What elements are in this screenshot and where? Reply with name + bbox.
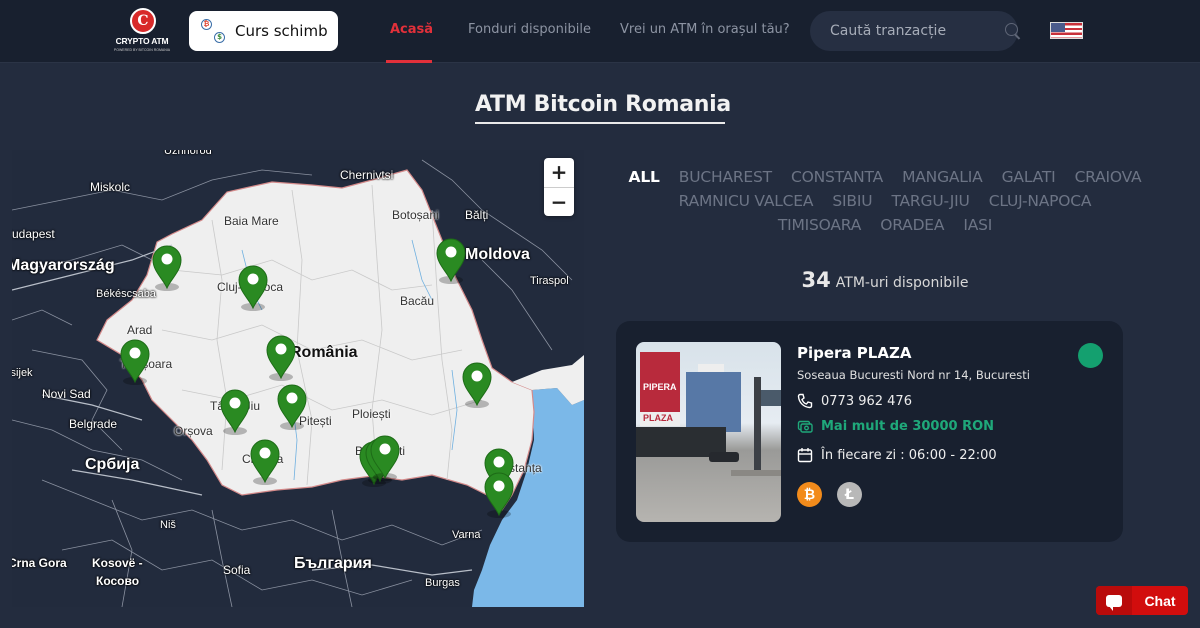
atm-marker-pin-icon[interactable]: [368, 433, 402, 481]
filter-iasi[interactable]: IASI: [963, 213, 992, 237]
atm-phone[interactable]: 0773 962 476: [821, 394, 912, 409]
filter-targu-jiu[interactable]: TARGU-JIU: [891, 189, 969, 213]
bitcoin-icon: ₿: [797, 482, 822, 507]
map-label: Baia Mare: [224, 214, 279, 228]
map-label: Chernivtsi: [340, 168, 394, 182]
filter-mangalia[interactable]: MANGALIA: [902, 165, 983, 189]
map-label: Bacău: [400, 294, 435, 308]
search-input[interactable]: [830, 23, 1004, 39]
atm-marker-pin-icon[interactable]: [236, 263, 270, 311]
map-label: Magyarország: [12, 257, 115, 274]
filter-bucharest[interactable]: BUCHAREST: [679, 165, 772, 189]
map-label: Ploiești: [352, 407, 391, 421]
filter-timisoara[interactable]: TIMISOARA: [778, 213, 862, 237]
map-label: Miskolc: [90, 180, 131, 194]
map-label: Косово: [96, 574, 140, 588]
map-zoom-control: + −: [544, 158, 574, 216]
map-label: Uzhhorod: [164, 150, 212, 157]
title-underline: [475, 122, 725, 124]
map-label: Budapest: [12, 227, 55, 241]
map-label: Belgrade: [69, 417, 118, 431]
map-label: Crna Gora: [12, 556, 67, 570]
atm-marker-pin-icon[interactable]: [460, 360, 494, 408]
page-title: ATM Bitcoin Romania: [475, 92, 731, 117]
atm-map[interactable]: Uzhhorod Miskolc Chernivtsi Baia Mare Bo…: [12, 150, 584, 607]
crypto-atm-logo[interactable]: C CRYPTO ATM POWERED BY BITCOIN ROMANIA: [113, 8, 171, 58]
map-label: Békéscsaba: [96, 288, 156, 300]
map-label: Moldova: [465, 246, 530, 263]
map-label: Bălți: [465, 208, 489, 222]
nav-request-atm[interactable]: Vrei un ATM în orașul tău?: [620, 22, 790, 37]
cash-icon: [797, 420, 813, 433]
map-label: România: [290, 344, 358, 361]
map-label: Arad: [127, 323, 153, 337]
atm-marker-pin-icon[interactable]: [150, 243, 184, 291]
logo-mark-icon: C: [130, 8, 156, 34]
chat-button[interactable]: Chat: [1096, 586, 1188, 615]
atm-card[interactable]: PIPERA PLAZA Pipera PLAZA Soseaua Bucure…: [616, 321, 1123, 542]
city-filter-list: ALL BUCHAREST CONSTANTA MANGALIA GALATI …: [615, 165, 1155, 237]
map-label: Osijek: [12, 367, 33, 379]
atm-count-number: 34: [801, 268, 831, 292]
atm-marker-pin-icon[interactable]: [275, 382, 309, 430]
chat-bubble-icon: [1106, 594, 1122, 611]
filter-oradea[interactable]: ORADEA: [880, 213, 944, 237]
atm-phone-row: 0773 962 476: [797, 393, 912, 409]
logo-subtitle: POWERED BY BITCOIN ROMANIA: [113, 48, 171, 52]
currency-exchange-icon: ₿ $: [201, 19, 225, 43]
atm-funds-row: Mai mult de 30000 RON: [797, 418, 994, 434]
litecoin-icon: Ł: [837, 482, 862, 507]
phone-icon: [797, 393, 813, 409]
filter-galati[interactable]: GALATI: [1002, 165, 1056, 189]
exchange-rate-label: Curs schimb: [235, 22, 328, 40]
map-label: България: [294, 555, 372, 572]
atm-name: Pipera PLAZA: [797, 344, 912, 362]
filter-sibiu[interactable]: SIBIU: [832, 189, 872, 213]
filter-ramnicu-valcea[interactable]: RAMNICU VALCEA: [679, 189, 814, 213]
filter-all[interactable]: ALL: [629, 165, 660, 189]
map-label: Botoșani: [392, 208, 439, 222]
atm-marker-pin-icon[interactable]: [248, 437, 282, 485]
us-flag-icon[interactable]: [1050, 22, 1083, 39]
atm-hours-row: În fiecare zi : 06:00 - 22:00: [797, 447, 997, 463]
atm-marker-pin-icon[interactable]: [434, 236, 468, 284]
atm-marker-pin-icon[interactable]: [118, 337, 152, 385]
chat-label: Chat: [1144, 592, 1176, 609]
atm-count: 34 ATM-uri disponibile: [615, 268, 1155, 292]
zoom-in-button[interactable]: +: [544, 158, 574, 187]
map-label: Kosovë -: [92, 556, 143, 570]
zoom-out-button[interactable]: −: [544, 187, 574, 216]
nav-available-funds[interactable]: Fonduri disponibile: [468, 22, 591, 37]
atm-marker-pin-icon[interactable]: [218, 387, 252, 435]
atm-location-photo: PIPERA PLAZA: [636, 342, 781, 522]
map-label: Niš: [160, 519, 176, 531]
search-box: [810, 11, 1018, 51]
filter-cluj-napoca[interactable]: CLUJ-NAPOCA: [989, 189, 1092, 213]
nav-home[interactable]: Acasă: [390, 22, 433, 37]
map-label: Orșova: [174, 424, 213, 438]
filter-craiova[interactable]: CRAIOVA: [1075, 165, 1142, 189]
map-label: Novi Sad: [42, 387, 91, 401]
map-label: Tiraspol: [530, 275, 569, 287]
atm-marker-pin-icon[interactable]: [264, 333, 298, 381]
active-nav-indicator: [386, 60, 432, 63]
filter-constanta[interactable]: CONSTANTA: [791, 165, 883, 189]
exchange-rate-button[interactable]: ₿ $ Curs schimb: [189, 11, 338, 51]
atm-count-label: ATM-uri disponibile: [835, 275, 969, 291]
map-label: Burgas: [425, 577, 460, 589]
atm-hours: În fiecare zi : 06:00 - 22:00: [821, 447, 997, 463]
atm-status-indicator: [1078, 343, 1103, 368]
map-base: [12, 159, 584, 607]
atm-funds: Mai mult de 30000 RON: [821, 418, 995, 434]
logo-title: CRYPTO ATM: [115, 36, 169, 46]
atm-address: Soseaua Bucuresti Nord nr 14, Bucuresti: [797, 368, 1030, 382]
calendar-icon: [797, 448, 813, 463]
map-label: Varna: [452, 529, 481, 541]
top-navbar: C CRYPTO ATM POWERED BY BITCOIN ROMANIA …: [0, 0, 1200, 63]
map-label: Србија: [85, 456, 140, 473]
map-label: Sofia: [223, 563, 251, 577]
atm-marker-pin-icon[interactable]: [482, 470, 516, 518]
